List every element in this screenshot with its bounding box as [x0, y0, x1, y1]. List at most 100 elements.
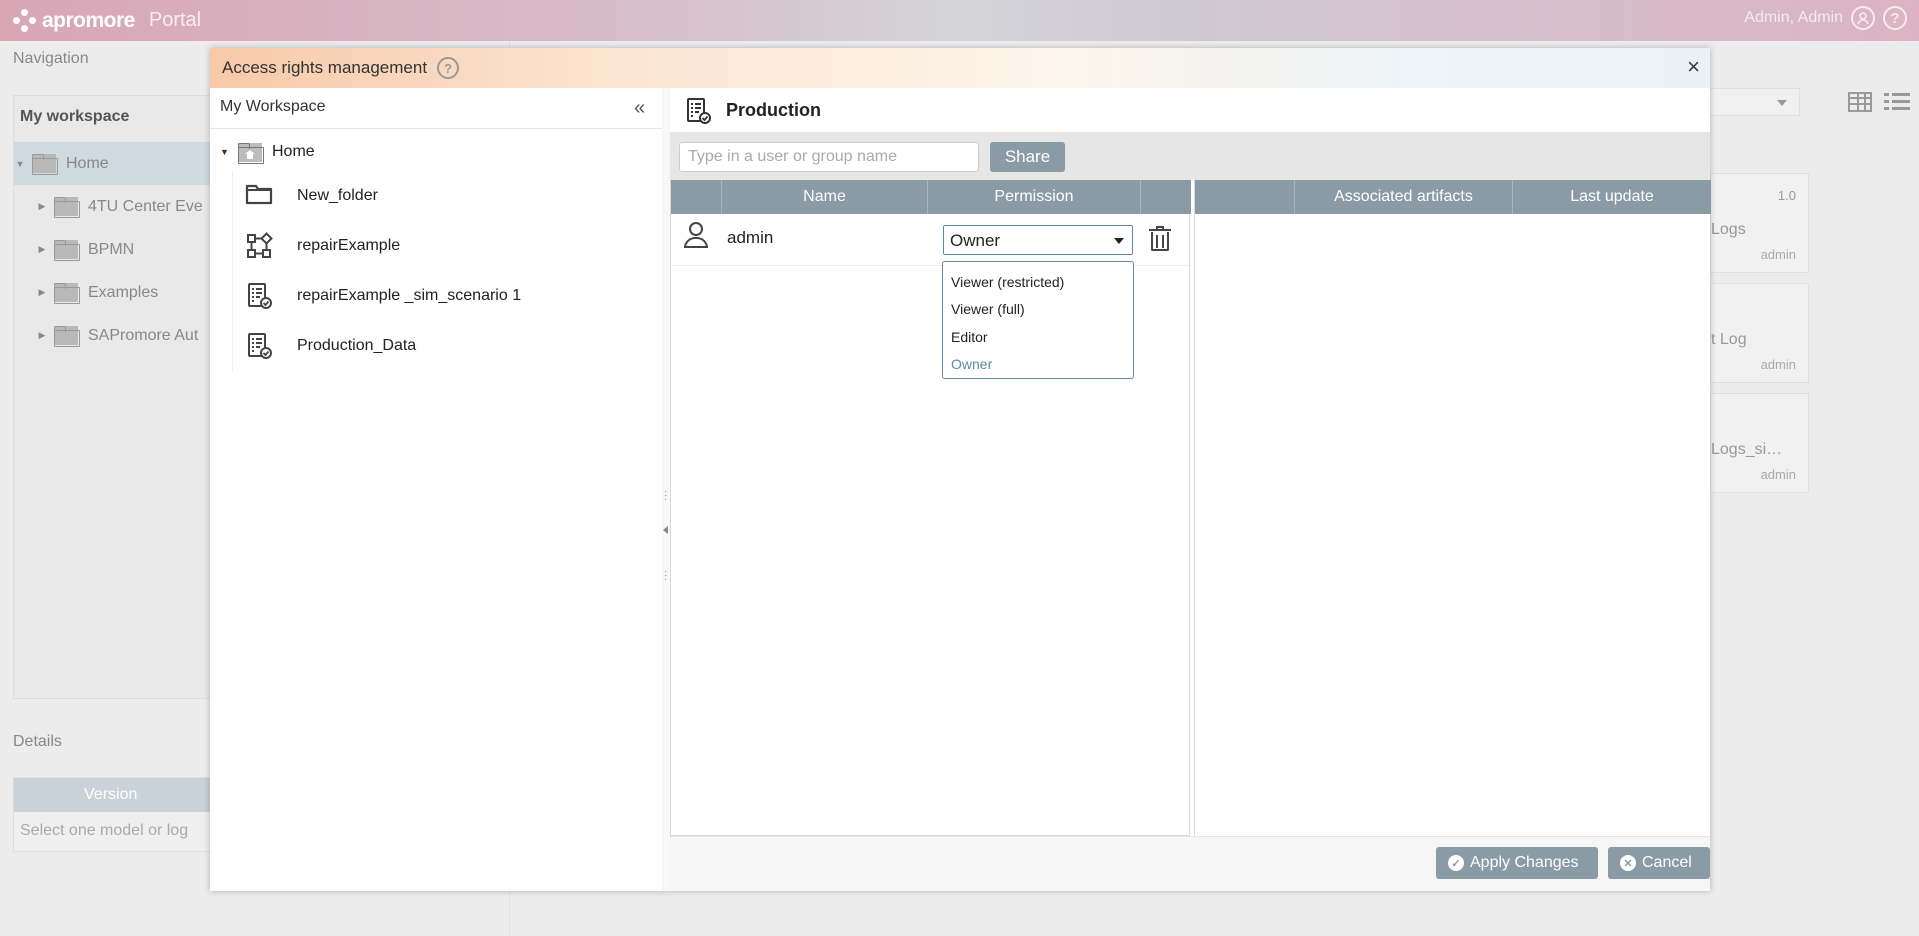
drag-handle-icon: · · ·: [664, 486, 668, 505]
user-area: Admin, Admin ?: [1744, 6, 1907, 30]
tree-panel-title: My Workspace: [220, 98, 326, 115]
chevron-down-icon: [1777, 100, 1787, 106]
user-name[interactable]: Admin, Admin: [1744, 9, 1843, 27]
chevron-down-icon[interactable]: [1114, 238, 1124, 244]
tree-item-label: Examples: [88, 283, 159, 301]
workspace-panel: My workspace ▼ Home ▶ 4TU Center Eve ▶ B…: [13, 95, 222, 699]
tree-item-label: BPMN: [88, 240, 135, 258]
apply-changes-label: Apply Changes: [1470, 854, 1579, 871]
details-panel: Version Select one model or log: [13, 777, 221, 852]
tree-item-repairexample[interactable]: repairExample: [232, 221, 662, 271]
process-model-icon: [245, 232, 275, 260]
expand-arrow-icon[interactable]: ▶: [36, 244, 48, 255]
workspace-tree-panel: My Workspace « ▼ Home New_folder repairE…: [210, 88, 662, 891]
panel-splitter[interactable]: · · · · · ·: [662, 88, 670, 891]
tree-item[interactable]: ▶ Examples: [14, 271, 222, 314]
tree-item-home[interactable]: ▼ Home: [210, 133, 662, 171]
permission-value: Owner: [950, 231, 1001, 250]
expand-arrow-icon[interactable]: ▼: [14, 159, 26, 169]
product-name: Portal: [148, 9, 202, 31]
artifacts-table-header: Associated artifacts Last update: [1195, 180, 1711, 214]
help-icon[interactable]: ?: [437, 57, 460, 79]
column-header-associated-artifacts[interactable]: Associated artifacts: [1295, 180, 1513, 214]
user-group-search-input[interactable]: [679, 142, 979, 172]
expand-arrow-icon[interactable]: ▶: [36, 287, 48, 298]
selected-artifact-header: Production: [670, 88, 1710, 132]
dropdown-option-editor[interactable]: Editor: [943, 323, 1133, 351]
card-name: Logs: [1711, 221, 1746, 238]
row-user-name: admin: [727, 228, 774, 247]
grid-view-icon[interactable]: [1848, 92, 1872, 112]
table-row[interactable]: admin Owner: [671, 214, 1189, 266]
card-version: 1.0: [1777, 188, 1796, 203]
close-circle-icon: ✕: [1620, 855, 1636, 871]
associated-artifacts-table: Associated artifacts Last update: [1194, 180, 1711, 836]
card-name: Logs_si…: [1711, 441, 1783, 458]
artifact-card[interactable]: t Log admin: [1710, 283, 1809, 383]
permission-dropdown-list: Viewer (restricted) Viewer (full) Editor…: [942, 261, 1134, 379]
cancel-label: Cancel: [1642, 854, 1692, 871]
dialog-header: Access rights management ? ×: [210, 48, 1710, 88]
event-log-icon: [245, 282, 275, 310]
collapse-arrow-icon[interactable]: [663, 526, 668, 534]
brand-name: apromore: [42, 8, 135, 32]
tree-item[interactable]: ▶ 4TU Center Eve: [14, 185, 222, 228]
share-button[interactable]: Share: [990, 142, 1065, 172]
card-owner: admin: [1760, 247, 1796, 262]
card-owner: admin: [1760, 357, 1796, 372]
navigation-title: Navigation: [13, 50, 89, 67]
dropdown-option-viewer-restricted[interactable]: Viewer (restricted): [943, 268, 1133, 296]
column-header-name[interactable]: Name: [722, 180, 928, 214]
tree-item[interactable]: ▶ SAPromore Aut: [14, 314, 222, 357]
tree-item-label: Home: [66, 154, 109, 172]
workspace-title: My workspace: [20, 108, 130, 125]
tree-item-production-data[interactable]: Production_Data: [232, 321, 662, 371]
trash-icon[interactable]: [1149, 226, 1171, 252]
tree-item[interactable]: ▶ BPMN: [14, 228, 222, 271]
collapse-panel-icon[interactable]: «: [634, 98, 645, 118]
details-title: Details: [13, 733, 62, 750]
permission-select[interactable]: Owner: [943, 225, 1133, 255]
folder-icon: [54, 197, 80, 218]
expand-arrow-icon[interactable]: ▶: [36, 330, 48, 341]
tree-item-new-folder[interactable]: New_folder: [232, 171, 662, 221]
artifact-card[interactable]: 1.0 Logs admin: [1710, 173, 1809, 273]
artifact-card[interactable]: Logs_si… admin: [1710, 393, 1809, 493]
card-owner: admin: [1760, 467, 1796, 482]
dialog-footer: ✓ Apply Changes ✕ Cancel: [670, 836, 1710, 891]
expand-arrow-icon[interactable]: ▼: [220, 147, 232, 157]
tree-item-label: Home: [272, 143, 315, 160]
user-icon: [683, 222, 709, 250]
user-circle-icon[interactable]: [1851, 6, 1875, 30]
dialog-title: Access rights management: [222, 58, 428, 77]
drag-handle-icon: · · ·: [664, 566, 668, 585]
event-log-icon: [684, 97, 711, 124]
details-column-header: Version: [14, 778, 220, 812]
list-view-icon[interactable]: [1884, 92, 1910, 112]
tree-item-sim-scenario[interactable]: repairExample _sim_scenario 1: [232, 271, 662, 321]
app-logo[interactable]: apromore: [12, 8, 135, 34]
selected-artifact-title: Production: [726, 99, 821, 120]
folder-icon: [54, 326, 80, 347]
column-header-permission[interactable]: Permission: [928, 180, 1141, 214]
cancel-button[interactable]: ✕ Cancel: [1608, 847, 1710, 879]
dropdown-option-viewer-full[interactable]: Viewer (full): [943, 296, 1133, 324]
view-select[interactable]: [1700, 88, 1800, 116]
column-header-last-update[interactable]: Last update: [1513, 180, 1711, 214]
expand-arrow-icon[interactable]: ▶: [36, 201, 48, 212]
apply-changes-button[interactable]: ✓ Apply Changes: [1436, 847, 1598, 879]
access-rights-dialog: Access rights management ? × My Workspac…: [210, 48, 1711, 891]
check-circle-icon: ✓: [1448, 855, 1464, 871]
column-header-icon: [671, 180, 722, 214]
tree-item-home[interactable]: ▼ Home: [14, 142, 222, 185]
close-icon[interactable]: ×: [1687, 56, 1700, 78]
card-name: t Log: [1711, 331, 1747, 348]
event-log-icon: [245, 332, 275, 360]
column-header-icon: [1195, 180, 1295, 214]
dropdown-option-owner[interactable]: Owner: [943, 351, 1133, 379]
tree-item-label: New_folder: [297, 187, 378, 204]
tree-item-label: Production_Data: [297, 337, 417, 354]
home-folder-icon: [32, 154, 58, 175]
help-circle-icon[interactable]: ?: [1883, 6, 1907, 30]
workspace-tree: ▼ Home ▶ 4TU Center Eve ▶ BPMN ▶ Example…: [14, 142, 222, 357]
